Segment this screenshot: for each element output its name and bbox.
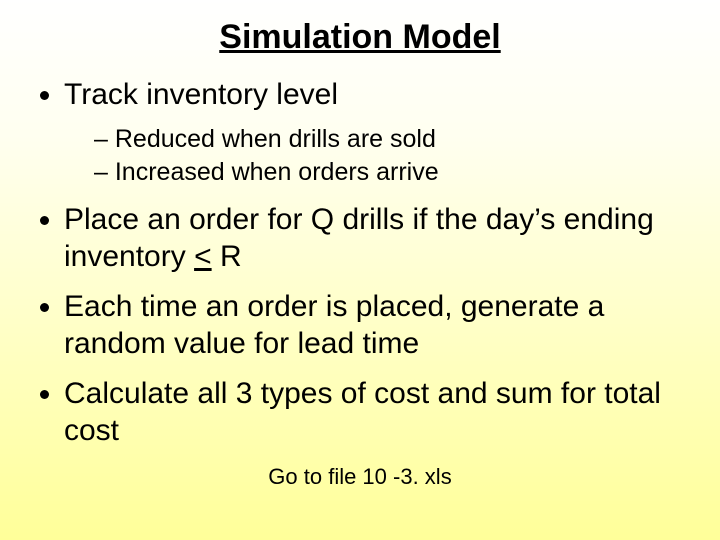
bullet-calculate-cost: Calculate all 3 types of cost and sum fo… (64, 376, 690, 449)
bullet-track-inventory: Track inventory level Reduced when drill… (64, 77, 690, 188)
sub-bullet-list: Reduced when drills are sold Increased w… (64, 124, 690, 189)
bullet-text-post: R (212, 240, 242, 273)
bullet-random-lead-time: Each time an order is placed, generate a… (64, 289, 690, 362)
sub-bullet-reduced: Reduced when drills are sold (94, 124, 690, 155)
bullet-list: Track inventory level Reduced when drill… (30, 77, 690, 450)
bullet-text: Track inventory level (64, 78, 338, 111)
slide-title: Simulation Model (30, 18, 690, 57)
sub-bullet-increased: Increased when orders arrive (94, 157, 690, 188)
bullet-text-pre: Place an order for Q drills if the day’s… (64, 203, 654, 273)
footer-note: Go to file 10 -3. xls (30, 464, 690, 490)
slide: Simulation Model Track inventory level R… (0, 0, 720, 540)
le-symbol: < (194, 240, 212, 273)
bullet-place-order: Place an order for Q drills if the day’s… (64, 202, 690, 275)
